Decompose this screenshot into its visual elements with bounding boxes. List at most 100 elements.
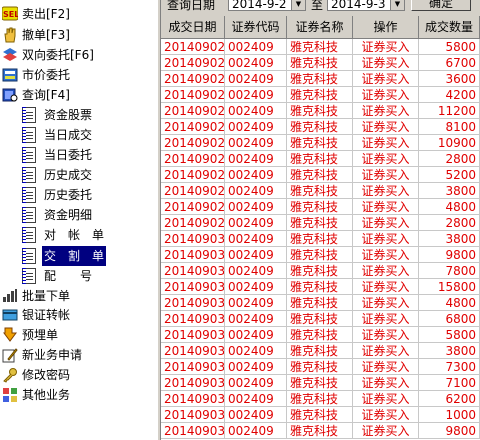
cell-trade-date: 20140902: [161, 55, 225, 71]
table-row[interactable]: 20140903 002409 雅克科技 证券买入 9800: [161, 423, 480, 439]
cell-security-name: 雅克科技: [287, 55, 353, 71]
table-row[interactable]: 20140903 002409 雅克科技 证券买入 4800: [161, 295, 480, 311]
cell-quantity: 4800: [419, 295, 480, 311]
table-row[interactable]: 20140903 002409 雅克科技 证券买入 3800: [161, 343, 480, 359]
table-row[interactable]: 20140903 002409 雅克科技 证券买入 3800: [161, 231, 480, 247]
dropdown-arrow-icon[interactable]: ▼: [291, 0, 305, 10]
table-row[interactable]: 20140902 002409 雅克科技 证券买入 8100: [161, 119, 480, 135]
cell-operation: 证券买入: [353, 151, 419, 167]
doc-icon: [22, 167, 36, 183]
table-row[interactable]: 20140902 002409 雅克科技 证券买入 5200: [161, 167, 480, 183]
table-row[interactable]: 20140902 002409 雅克科技 证券买入 4800: [161, 199, 480, 215]
svg-text:SELL: SELL: [3, 10, 18, 19]
table-row[interactable]: 20140903 002409 雅克科技 证券买入 5800: [161, 327, 480, 343]
cell-security-code: 002409: [225, 311, 287, 327]
cell-trade-date: 20140903: [161, 295, 225, 311]
table-row[interactable]: 20140902 002409 雅克科技 证券买入 5800: [161, 39, 480, 55]
table-row[interactable]: 20140903 002409 雅克科技 证券买入 1000: [161, 407, 480, 423]
date-to-label: 至: [311, 0, 324, 12]
column-header-operation[interactable]: 操作: [353, 16, 419, 38]
cell-security-code: 002409: [225, 151, 287, 167]
cell-security-name: 雅克科技: [287, 215, 353, 231]
table-row[interactable]: 20140903 002409 雅克科技 证券买入 6800: [161, 311, 480, 327]
table-row[interactable]: 20140902 002409 雅克科技 证券买入 4200: [161, 87, 480, 103]
cell-security-code: 002409: [225, 423, 287, 439]
table-row[interactable]: 20140902 002409 雅克科技 证券买入 11200: [161, 103, 480, 119]
cell-quantity: 6800: [419, 311, 480, 327]
tree-item-label: 撤单[F3]: [22, 28, 70, 42]
cell-operation: 证券买入: [353, 263, 419, 279]
doc-icon: [22, 227, 36, 243]
cell-security-code: 002409: [225, 103, 287, 119]
end-date-value: 2014-9-3: [331, 0, 386, 11]
tree-item-label: 交 割 单: [42, 246, 107, 266]
cell-trade-date: 20140902: [161, 183, 225, 199]
cell-operation: 证券买入: [353, 215, 419, 231]
table-row[interactable]: 20140903 002409 雅克科技 证券买入 9800: [161, 247, 480, 263]
table-row[interactable]: 20140902 002409 雅克科技 证券买入 3800: [161, 183, 480, 199]
cell-security-name: 雅克科技: [287, 391, 353, 407]
cell-security-name: 雅克科技: [287, 199, 353, 215]
cell-security-name: 雅克科技: [287, 151, 353, 167]
cell-quantity: 6700: [419, 55, 480, 71]
tree-item-label: 修改密码: [22, 368, 71, 382]
cell-quantity: 7300: [419, 359, 480, 375]
cell-operation: 证券买入: [353, 167, 419, 183]
column-header-quantity[interactable]: 成交数量: [419, 16, 480, 38]
cell-operation: 证券买入: [353, 135, 419, 151]
cell-trade-date: 20140902: [161, 151, 225, 167]
column-header-security-code[interactable]: 证券代码: [225, 16, 287, 38]
dropdown-arrow-icon[interactable]: ▼: [390, 0, 404, 10]
cell-quantity: 11200: [419, 103, 480, 119]
cell-security-code: 002409: [225, 231, 287, 247]
tree-item-label: 历史成交: [44, 168, 93, 182]
cell-trade-date: 20140903: [161, 279, 225, 295]
cell-operation: 证券买入: [353, 327, 419, 343]
confirm-button[interactable]: 确定: [411, 0, 471, 11]
cell-security-code: 002409: [225, 39, 287, 55]
cell-security-code: 002409: [225, 71, 287, 87]
table-row[interactable]: 20140902 002409 雅克科技 证券买入 3600: [161, 71, 480, 87]
cell-quantity: 5200: [419, 167, 480, 183]
table-row[interactable]: 20140903 002409 雅克科技 证券买入 15800: [161, 279, 480, 295]
cell-trade-date: 20140903: [161, 391, 225, 407]
table-row[interactable]: 20140903 002409 雅克科技 证券买入 7100: [161, 375, 480, 391]
doc-icon: [22, 207, 36, 223]
cell-operation: 证券买入: [353, 183, 419, 199]
table-row[interactable]: 20140902 002409 雅克科技 证券买入 2800: [161, 151, 480, 167]
cell-operation: 证券买入: [353, 71, 419, 87]
query-filter-bar: 查询日期 2014-9-2 ▼ 至 2014-9-3 ▼ 确定: [161, 0, 480, 16]
cell-security-name: 雅克科技: [287, 263, 353, 279]
tree-item-label: 当日委托: [44, 148, 93, 162]
cell-security-name: 雅克科技: [287, 71, 353, 87]
end-date-picker[interactable]: 2014-9-3 ▼: [327, 0, 405, 11]
tree-item-label: 银证转帐: [22, 308, 71, 322]
table-row[interactable]: 20140903 002409 雅克科技 证券买入 7800: [161, 263, 480, 279]
cell-security-name: 雅克科技: [287, 231, 353, 247]
table-row[interactable]: 20140902 002409 雅克科技 证券买入 6700: [161, 55, 480, 71]
table-row[interactable]: 20140902 002409 雅克科技 证券买入 10900: [161, 135, 480, 151]
cell-operation: 证券买入: [353, 39, 419, 55]
table-row[interactable]: 20140902 002409 雅克科技 证券买入 2800: [161, 215, 480, 231]
delivery-slip-table: 成交日期 证券代码 证券名称 操作 成交数量 20140902 002409 雅克科…: [161, 16, 480, 440]
cell-operation: 证券买入: [353, 359, 419, 375]
cell-security-code: 002409: [225, 119, 287, 135]
cell-security-name: 雅克科技: [287, 39, 353, 55]
cell-quantity: 10900: [419, 135, 480, 151]
cell-security-name: 雅克科技: [287, 295, 353, 311]
start-date-picker[interactable]: 2014-9-2 ▼: [228, 0, 306, 11]
cell-security-code: 002409: [225, 279, 287, 295]
cell-quantity: 3800: [419, 183, 480, 199]
table-row[interactable]: 20140903 002409 雅克科技 证券买入 7300: [161, 359, 480, 375]
cell-trade-date: 20140903: [161, 423, 225, 439]
cell-security-name: 雅克科技: [287, 407, 353, 423]
tree-item-label: 预埋单: [22, 328, 59, 342]
cell-quantity: 1000: [419, 407, 480, 423]
column-header-trade-date[interactable]: 成交日期: [161, 16, 225, 38]
table-row[interactable]: 20140903 002409 雅克科技 证券买入 6200: [161, 391, 480, 407]
column-header-security-name[interactable]: 证券名称: [287, 16, 353, 38]
cell-operation: 证券买入: [353, 231, 419, 247]
hand-icon: [2, 27, 18, 43]
tree-item-label: 市价委托: [22, 68, 71, 82]
cell-trade-date: 20140902: [161, 71, 225, 87]
